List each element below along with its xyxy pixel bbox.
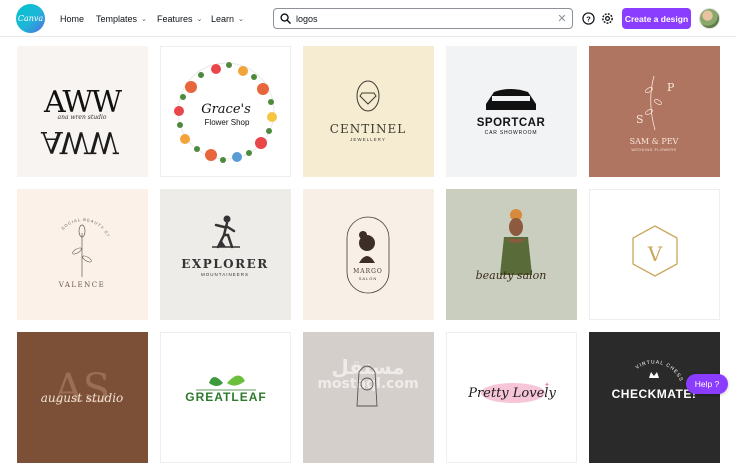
checkmate-logo: VIRTUAL CHESS CHECKMATE! bbox=[612, 359, 697, 401]
explorer-title: EXPLORER bbox=[181, 257, 268, 271]
create-design-label: Create a design bbox=[624, 13, 689, 24]
valence-subtitle: SOCIAL BEAUTY STUDIO bbox=[17, 189, 110, 238]
template-tile-mostaql[interactable]: مستقل mostaql.com bbox=[303, 332, 434, 463]
nav-features-label: Features bbox=[157, 13, 193, 24]
nav-templates-label: Templates bbox=[96, 13, 138, 24]
sportcar-title: SPORTCAR bbox=[477, 117, 546, 129]
svg-text:VIRTUAL CHESS: VIRTUAL CHESS bbox=[635, 359, 684, 383]
gear-icon[interactable] bbox=[599, 10, 615, 26]
nav-learn[interactable]: Learn ⌄ bbox=[211, 0, 244, 37]
centinel-title: CENTINEL bbox=[330, 122, 406, 136]
mostaql-logo: مستقل mostaql.com bbox=[317, 355, 419, 407]
v-title: V bbox=[647, 242, 663, 266]
template-tile-pretty-lovely[interactable]: Pretty Lovely ✦ bbox=[446, 332, 577, 463]
explorer-logo: EXPLORER MOUNTAINEERS bbox=[181, 215, 268, 277]
svg-text:SOCIAL BEAUTY STUDIO: SOCIAL BEAUTY STUDIO bbox=[17, 189, 111, 238]
margo-subtitle: SALON bbox=[359, 276, 378, 281]
centinel-subtitle: JEWELLERY bbox=[350, 137, 386, 142]
sportcar-logo: SPORTCAR CAR SHOWROOM bbox=[477, 89, 546, 136]
pretty-lovely-logo: Pretty Lovely ✦ bbox=[467, 381, 556, 403]
template-tile-centinel[interactable]: CENTINEL JEWELLERY bbox=[303, 46, 434, 177]
valence-title: VALENCE bbox=[58, 281, 105, 289]
svg-text:?: ? bbox=[586, 14, 591, 23]
template-grid: AWW AWW ana wren studio Grace's Flower S… bbox=[0, 37, 736, 463]
top-bar: Canva Home Templates⌄ Features⌄ Learn⌄ ✕… bbox=[0, 0, 736, 37]
help-button[interactable]: Help ? bbox=[686, 374, 728, 394]
centinel-logo: CENTINEL JEWELLERY bbox=[330, 80, 406, 142]
margo-title: MARGO bbox=[353, 268, 383, 275]
svg-text:AWW: AWW bbox=[40, 124, 119, 159]
search-input[interactable] bbox=[296, 9, 552, 28]
search-bar: ✕ bbox=[273, 8, 573, 29]
valence-logo: SOCIAL BEAUTY STUDIO VALENCE bbox=[17, 189, 111, 289]
august-monogram: AS bbox=[53, 366, 110, 412]
beauty-salon-logo: beauty salon bbox=[476, 209, 547, 282]
checkmate-title: CHECKMATE! bbox=[612, 387, 697, 401]
template-tile-greatleaf[interactable]: GREATLEAF bbox=[160, 332, 291, 463]
help-circle-icon[interactable]: ? bbox=[580, 10, 596, 26]
svg-text:✦: ✦ bbox=[544, 381, 550, 389]
sam-pev-subtitle: WEDDING FLOWERS bbox=[631, 148, 676, 152]
explorer-subtitle: MOUNTAINEERS bbox=[201, 272, 249, 277]
sam-pev-logo: P S SAM & PEV WEDDING FLOWERS bbox=[630, 75, 679, 152]
beauty-salon-title: beauty salon bbox=[476, 269, 547, 282]
margo-logo: MARGO SALON bbox=[346, 216, 390, 294]
nav-home-label: Home bbox=[60, 13, 85, 24]
chevron-down-icon: ⌄ bbox=[196, 15, 203, 23]
v-logo: V bbox=[632, 225, 678, 277]
sam-pev-letter-p: P bbox=[667, 81, 675, 94]
graces-subtitle: Flower Shop bbox=[205, 118, 250, 127]
ana-wren-logo: AWW AWW ana wren studio bbox=[40, 85, 124, 159]
sam-pev-title: SAM & PEV bbox=[630, 137, 679, 146]
chevron-down-icon: ⌄ bbox=[141, 15, 147, 23]
help-button-label: Help ? bbox=[694, 379, 720, 389]
logo-text: Canva bbox=[17, 14, 44, 23]
sportcar-subtitle: CAR SHOWROOM bbox=[485, 130, 538, 136]
search-icon[interactable] bbox=[274, 13, 296, 24]
create-design-button[interactable]: Create a design bbox=[622, 8, 691, 29]
checkmate-subtitle: VIRTUAL CHESS bbox=[635, 359, 683, 383]
template-tile-sportcar[interactable]: SPORTCAR CAR SHOWROOM bbox=[446, 46, 577, 177]
template-tile-graces[interactable]: Grace's Flower Shop bbox=[160, 46, 291, 177]
template-tile-beauty-salon[interactable]: beauty salon bbox=[446, 189, 577, 320]
template-tile-margo[interactable]: MARGO SALON bbox=[303, 189, 434, 320]
avatar[interactable] bbox=[699, 8, 720, 29]
template-tile-august[interactable]: AS august studio bbox=[17, 332, 148, 463]
template-tile-ana-wren[interactable]: AWW AWW ana wren studio bbox=[17, 46, 148, 177]
template-tile-v[interactable]: V bbox=[589, 189, 720, 320]
greatleaf-title: GREATLEAF bbox=[185, 390, 266, 404]
greatleaf-logo: GREATLEAF bbox=[185, 375, 266, 404]
graces-title: Grace's bbox=[201, 102, 251, 117]
template-tile-explorer[interactable]: EXPLORER MOUNTAINEERS bbox=[160, 189, 291, 320]
sam-pev-letter-s: S bbox=[636, 113, 644, 126]
nav-home[interactable]: Home bbox=[60, 0, 84, 37]
graces-logo: Grace's Flower Shop bbox=[174, 62, 277, 163]
canva-logo[interactable]: Canva bbox=[16, 4, 45, 33]
template-tile-sam-pev[interactable]: P S SAM & PEV WEDDING FLOWERS bbox=[589, 46, 720, 177]
template-tile-checkmate[interactable]: VIRTUAL CHESS CHECKMATE! bbox=[589, 332, 720, 463]
template-tile-valence[interactable]: SOCIAL BEAUTY STUDIO VALENCE bbox=[17, 189, 148, 320]
ana-wren-label: ana wren studio bbox=[58, 114, 107, 121]
nav-features[interactable]: Features ⌄ bbox=[157, 0, 202, 37]
nav-learn-label: Learn bbox=[211, 13, 235, 24]
chevron-down-icon: ⌄ bbox=[238, 15, 244, 23]
nav-templates[interactable]: Templates ⌄ bbox=[96, 0, 147, 37]
august-logo: AS august studio bbox=[41, 366, 124, 412]
clear-icon[interactable]: ✕ bbox=[552, 12, 572, 25]
